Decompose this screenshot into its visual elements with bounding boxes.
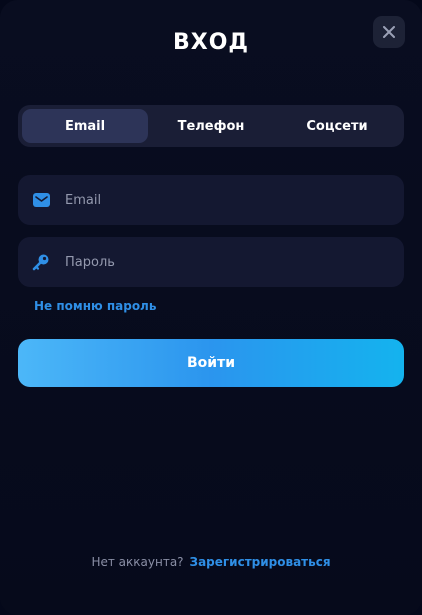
password-field[interactable] (18, 237, 404, 287)
login-modal: ВХОД Email Телефон Соцсети Не помню паро… (0, 0, 422, 615)
no-account-text: Нет аккаунта? (91, 555, 184, 569)
key-icon (32, 253, 50, 271)
login-method-tabs: Email Телефон Соцсети (18, 105, 404, 147)
tab-phone[interactable]: Телефон (148, 109, 274, 143)
email-input[interactable] (63, 191, 383, 209)
login-button[interactable]: Войти (18, 339, 404, 387)
register-prompt: Нет аккаунта? Зарегистрироваться (0, 555, 422, 569)
password-input[interactable] (63, 253, 383, 271)
email-field[interactable] (18, 175, 404, 225)
tab-social[interactable]: Соцсети (274, 109, 400, 143)
modal-title: ВХОД (172, 30, 250, 55)
forgot-password-link[interactable]: Не помню пароль (34, 299, 156, 313)
tab-email[interactable]: Email (22, 109, 148, 143)
mail-icon (32, 191, 50, 209)
register-link[interactable]: Зарегистрироваться (190, 555, 331, 569)
